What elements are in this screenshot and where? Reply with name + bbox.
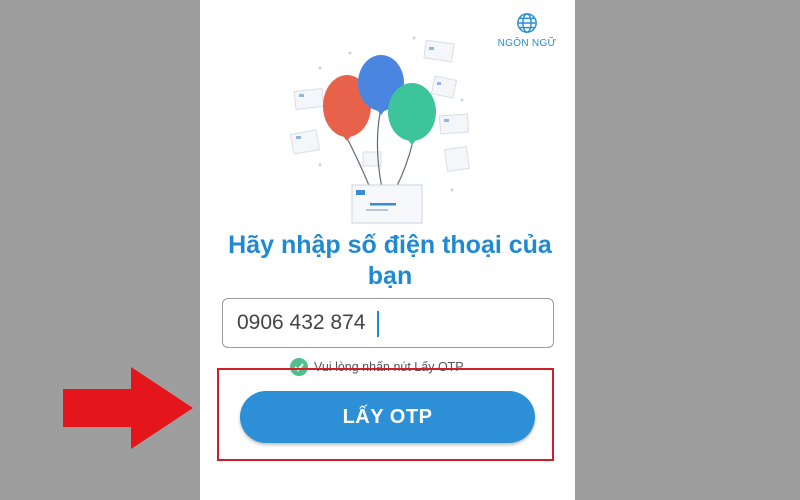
red-arrow-icon: [63, 367, 193, 449]
page-title: Hãy nhập số điện thoại của bạn: [228, 231, 552, 290]
hint-text: Vui lòng nhấn nút Lấy OTP: [314, 360, 464, 374]
app-screen: NGÔN NGỮ Hãy nhập số điện thoại của bạn …: [200, 0, 575, 500]
hint-row: Vui lòng nhấn nút Lấy OTP: [290, 358, 464, 376]
phone-number-input[interactable]: [222, 298, 554, 348]
check-circle-icon: [290, 358, 308, 376]
get-otp-button[interactable]: LẤY OTP: [240, 391, 535, 443]
text-caret: [377, 311, 379, 337]
balloons-illustration: [289, 36, 470, 224]
